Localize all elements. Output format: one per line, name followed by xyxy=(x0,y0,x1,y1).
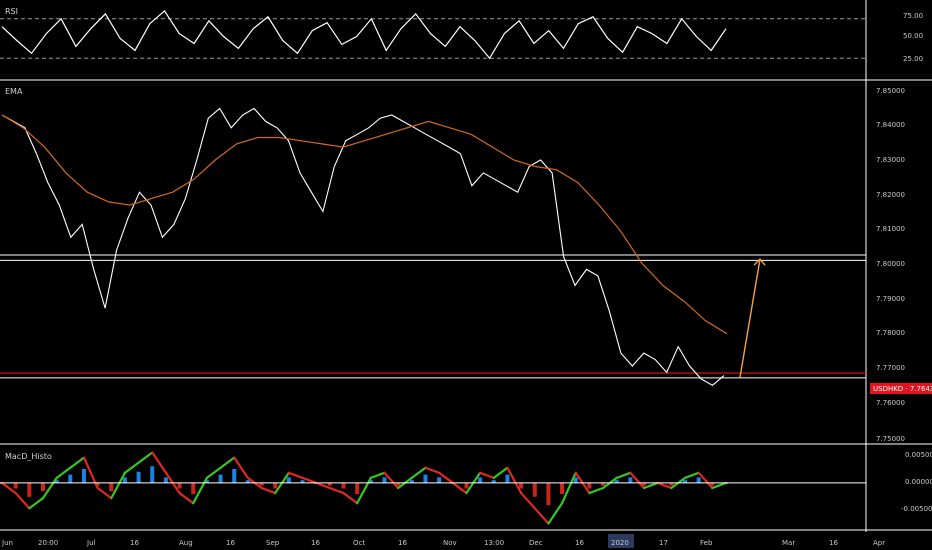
rsi-axis-50: 50.00 xyxy=(903,32,923,40)
time-tick: Feb xyxy=(700,539,713,547)
time-tick: Mar xyxy=(782,539,795,547)
time-tick: 20:00 xyxy=(38,539,58,547)
macd-histogram-bar xyxy=(68,474,73,483)
time-tick: Nov xyxy=(443,539,457,547)
macd-histogram-bar xyxy=(109,482,114,492)
macd-histogram-bar xyxy=(464,482,469,489)
rsi-axis-75: 75.00 xyxy=(903,12,923,20)
time-tick-highlighted: 2020 xyxy=(611,539,629,547)
price-tag: USDHKD · 7.76438 xyxy=(870,383,932,394)
macd-histogram-bar xyxy=(423,474,428,483)
macd-histogram-bar xyxy=(587,482,592,489)
price-axis-7.79: 7.79000 xyxy=(876,295,905,303)
chart-background xyxy=(0,0,932,550)
time-tick: Sep xyxy=(266,539,280,547)
macd-histogram-bar xyxy=(560,482,565,495)
macd-histogram-bar xyxy=(40,482,45,492)
macd-axis-0.005: 0.00500 xyxy=(905,451,932,459)
macd-histogram-bar xyxy=(341,482,346,489)
macd-histogram-bar xyxy=(191,482,196,495)
macd-histogram-bar xyxy=(286,477,291,483)
price-axis-7.84: 7.84000 xyxy=(876,121,905,129)
macd-histogram-bar xyxy=(218,474,223,483)
macd-histogram-bar xyxy=(546,482,551,506)
time-tick: 16 xyxy=(398,539,407,547)
price-axis-7.83: 7.83000 xyxy=(876,156,905,164)
price-axis-7.77: 7.77000 xyxy=(876,364,905,372)
macd-histogram-bar xyxy=(696,477,701,483)
time-tick: 16 xyxy=(829,539,838,547)
rsi-pane-label: RSI xyxy=(5,7,18,16)
tradingview-chart[interactable]: RSI EMA MacD_Histo 75.00 50.00 25.00 7.8… xyxy=(0,0,932,550)
ema-pane-label: EMA xyxy=(5,87,23,96)
macd-histogram-bar xyxy=(519,482,524,489)
time-tick: Oct xyxy=(353,539,365,547)
time-tick: 16 xyxy=(130,539,139,547)
price-axis-7.85: 7.85000 xyxy=(876,87,905,95)
price-axis-7.78: 7.78000 xyxy=(876,329,905,337)
price-axis-7.81: 7.81000 xyxy=(876,225,905,233)
macd-histogram-bar xyxy=(122,477,127,483)
macd-histogram-bar xyxy=(232,469,237,483)
price-axis-7.75: 7.75000 xyxy=(876,435,905,443)
macd-pane-label: MacD_Histo xyxy=(5,452,52,461)
macd-histogram-bar xyxy=(177,482,182,489)
macd-histogram-bar xyxy=(13,482,18,489)
price-tag-text: USDHKD · 7.76438 xyxy=(873,385,932,393)
time-tick: Jun xyxy=(1,539,13,547)
price-axis-7.80: 7.80000 xyxy=(876,260,905,268)
time-tick: 17 xyxy=(659,539,668,547)
macd-histogram-bar xyxy=(355,482,360,495)
macd-histogram-bar xyxy=(27,482,32,497)
time-tick: 16 xyxy=(311,539,320,547)
rsi-axis-25: 25.00 xyxy=(903,55,923,63)
macd-histogram-bar xyxy=(437,477,442,483)
time-tick: Dec xyxy=(529,539,543,547)
time-tick: 16 xyxy=(226,539,235,547)
time-tick: Apr xyxy=(873,539,885,547)
macd-axis-neg0.005: -0.00500 xyxy=(901,505,932,513)
time-tick: Jul xyxy=(86,539,96,547)
macd-histogram-bar xyxy=(81,469,86,483)
time-tick: 13:00 xyxy=(484,539,504,547)
macd-histogram-bar xyxy=(505,474,510,483)
macd-histogram-bar xyxy=(478,477,483,483)
macd-histogram-bar xyxy=(163,477,168,483)
price-axis-7.76: 7.76000 xyxy=(876,399,905,407)
macd-histogram-bar xyxy=(532,482,537,497)
price-axis-7.82: 7.82000 xyxy=(876,191,905,199)
macd-histogram-bar xyxy=(382,477,387,483)
time-tick: 16 xyxy=(575,539,584,547)
macd-axis-0: 0.00000 xyxy=(905,478,932,486)
macd-histogram-bar xyxy=(628,477,633,483)
macd-histogram-bar xyxy=(273,482,278,489)
macd-histogram-bar xyxy=(150,466,155,483)
time-tick: Aug xyxy=(179,539,193,547)
macd-histogram-bar xyxy=(136,471,141,483)
